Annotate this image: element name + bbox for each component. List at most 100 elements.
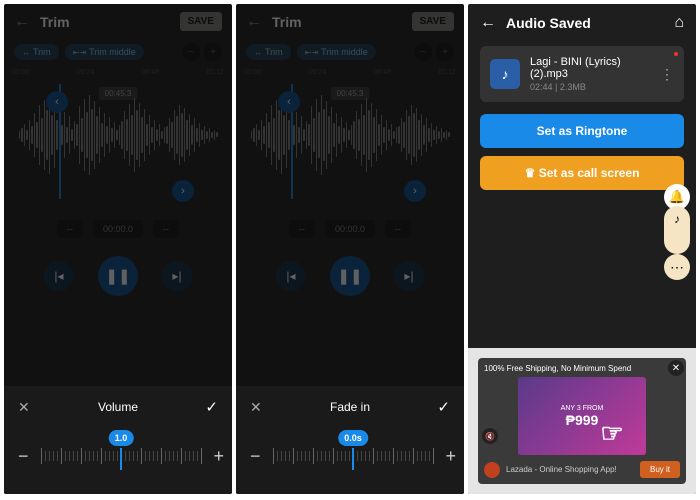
ruler-tick: 00:48 bbox=[142, 69, 160, 76]
zoom-in-icon[interactable]: + bbox=[204, 43, 222, 61]
more-icon[interactable]: ⋮ bbox=[660, 66, 674, 83]
slider-knob[interactable]: 0.0s bbox=[338, 430, 368, 446]
zoom-in-icon[interactable]: + bbox=[436, 43, 454, 61]
music-icon[interactable]: ♪ bbox=[674, 212, 680, 226]
zoom-out-icon[interactable]: − bbox=[182, 43, 200, 61]
confirm-icon[interactable]: ✓ bbox=[200, 398, 218, 416]
chip-trim[interactable]: ↔Trim bbox=[246, 44, 291, 60]
time-end: -- bbox=[385, 220, 411, 238]
playback-controls: |◂ ❚❚ ▸| bbox=[236, 256, 464, 296]
music-note-icon: ♪ bbox=[490, 59, 520, 89]
fadein-sheet: ✕ Fade in ✓ − 0.0s + bbox=[236, 386, 464, 494]
chip-label: Trim middle bbox=[321, 47, 368, 57]
close-icon[interactable]: ✕ bbox=[250, 399, 268, 416]
waveform bbox=[236, 87, 464, 182]
floating-toolbar: 🔔 ♪ ⋯ bbox=[664, 184, 690, 254]
sheet-title: Fade in bbox=[268, 400, 432, 414]
header: ← Trim SAVE bbox=[236, 4, 464, 39]
playback-controls: |◂ ❚❚ ▸| bbox=[4, 256, 232, 296]
plus-button[interactable]: + bbox=[214, 446, 225, 467]
chip-label: Trim bbox=[265, 47, 283, 57]
time-ruler: 00:00 00:24 00:48 01:12 bbox=[236, 69, 464, 76]
close-icon[interactable]: ✕ bbox=[18, 399, 36, 416]
ad-headline: 100% Free Shipping, No Minimum Spend bbox=[484, 364, 680, 373]
play-pause-button[interactable]: ❚❚ bbox=[330, 256, 370, 296]
set-ringtone-button[interactable]: Set as Ringtone bbox=[480, 114, 684, 148]
page-title: Trim bbox=[272, 14, 402, 30]
chip-trim-middle[interactable]: ⇤⇥Trim middle bbox=[297, 44, 376, 60]
ad-price: ₱999 bbox=[561, 412, 604, 428]
ruler-tick: 00:24 bbox=[77, 69, 95, 76]
minus-button[interactable]: − bbox=[250, 446, 261, 467]
right-handle[interactable]: › bbox=[404, 180, 426, 202]
page-title: Trim bbox=[40, 14, 170, 30]
zoom-out-icon[interactable]: − bbox=[414, 43, 432, 61]
page-title: Audio Saved bbox=[506, 15, 664, 31]
minus-button[interactable]: − bbox=[18, 446, 29, 467]
audio-meta: 02:44 | 2.3MB bbox=[530, 82, 650, 92]
pointer-hand-icon: ☞ bbox=[600, 418, 623, 449]
audio-result-card[interactable]: ♪ Lagi - BINI (Lyrics)(2).mp3 02:44 | 2.… bbox=[480, 46, 684, 102]
save-button[interactable]: SAVE bbox=[412, 12, 455, 31]
back-icon[interactable]: ← bbox=[14, 13, 30, 31]
slider-knob[interactable]: 1.0 bbox=[109, 430, 134, 446]
ad-container: ✕ 🔇 100% Free Shipping, No Minimum Spend… bbox=[468, 348, 696, 494]
right-handle[interactable]: › bbox=[172, 180, 194, 202]
notification-dot bbox=[674, 52, 678, 56]
ad-close-icon[interactable]: ✕ bbox=[668, 360, 684, 376]
time-ruler: 00:00 00:24 00:48 01:12 bbox=[4, 69, 232, 76]
more-dots-icon[interactable]: ⋯ bbox=[664, 254, 690, 280]
floating-pill[interactable]: ♪ ⋯ bbox=[664, 206, 690, 254]
waveform-timeline[interactable]: 00:00 00:24 00:48 01:12 00:45.3 ‹ › bbox=[236, 69, 464, 204]
trim-icon: ↔ bbox=[22, 48, 30, 57]
fadein-slider[interactable]: 0.0s bbox=[273, 436, 434, 476]
back-icon[interactable]: ← bbox=[480, 14, 496, 32]
time-start: -- bbox=[57, 220, 83, 238]
volume-sheet: ✕ Volume ✓ − 1.0 + bbox=[4, 386, 232, 494]
home-icon[interactable]: ⌂ bbox=[674, 14, 684, 32]
crown-icon: ♛ bbox=[525, 166, 536, 180]
play-pause-button[interactable]: ❚❚ bbox=[98, 256, 138, 296]
ruler-tick: 00:24 bbox=[309, 69, 327, 76]
header: ← Audio Saved ⌂ bbox=[468, 4, 696, 42]
skip-back-button[interactable]: |◂ bbox=[276, 261, 306, 291]
sheet-title: Volume bbox=[36, 400, 200, 414]
waveform-timeline[interactable]: 00:00 00:24 00:48 01:12 00:45.3 ‹ › bbox=[4, 69, 232, 204]
time-start: -- bbox=[289, 220, 315, 238]
button-label: Set as call screen bbox=[539, 166, 640, 180]
ad-cta-button[interactable]: Buy it bbox=[640, 461, 680, 478]
audio-filename: Lagi - BINI (Lyrics)(2).mp3 bbox=[530, 56, 650, 80]
volume-slider[interactable]: 1.0 bbox=[41, 436, 202, 476]
chip-label: Trim middle bbox=[89, 47, 136, 57]
ad-footer-text: Lazada - Online Shopping App! bbox=[506, 465, 634, 474]
time-current: 00:00.0 bbox=[93, 220, 143, 238]
ad-image: ANY 3 FROM ₱999 ☞ bbox=[518, 377, 645, 455]
chip-trim[interactable]: ↔Trim bbox=[14, 44, 59, 60]
ruler-tick: 01:12 bbox=[206, 69, 224, 76]
chip-trim-middle[interactable]: ⇤⇥Trim middle bbox=[65, 44, 144, 60]
confirm-icon[interactable]: ✓ bbox=[432, 398, 450, 416]
ad-pre-text: ANY 3 FROM bbox=[561, 405, 604, 412]
slider-indicator bbox=[352, 448, 354, 470]
chip-label: Trim bbox=[33, 47, 51, 57]
left-handle[interactable]: ‹ bbox=[278, 91, 300, 113]
skip-back-button[interactable]: |◂ bbox=[44, 261, 74, 291]
skip-forward-button[interactable]: ▸| bbox=[394, 261, 424, 291]
ruler-tick: 00:00 bbox=[244, 69, 262, 76]
time-readout: -- 00:00.0 -- bbox=[4, 220, 232, 238]
skip-forward-button[interactable]: ▸| bbox=[162, 261, 192, 291]
ruler-tick: 01:12 bbox=[438, 69, 456, 76]
ad-card[interactable]: ✕ 🔇 100% Free Shipping, No Minimum Spend… bbox=[478, 358, 686, 484]
plus-button[interactable]: + bbox=[446, 446, 457, 467]
left-handle[interactable]: ‹ bbox=[46, 91, 68, 113]
mode-chips: ↔Trim ⇤⇥Trim middle − + bbox=[4, 39, 232, 65]
trim-middle-icon: ⇤⇥ bbox=[73, 48, 86, 57]
back-icon[interactable]: ← bbox=[246, 13, 262, 31]
save-button[interactable]: SAVE bbox=[180, 12, 223, 31]
trim-icon: ↔ bbox=[254, 48, 262, 57]
ruler-tick: 00:00 bbox=[12, 69, 30, 76]
ad-logo-icon bbox=[484, 462, 500, 478]
ad-mute-icon[interactable]: 🔇 bbox=[482, 428, 498, 444]
set-callscreen-button[interactable]: ♛ Set as call screen bbox=[480, 156, 684, 190]
trim-middle-icon: ⇤⇥ bbox=[305, 48, 318, 57]
